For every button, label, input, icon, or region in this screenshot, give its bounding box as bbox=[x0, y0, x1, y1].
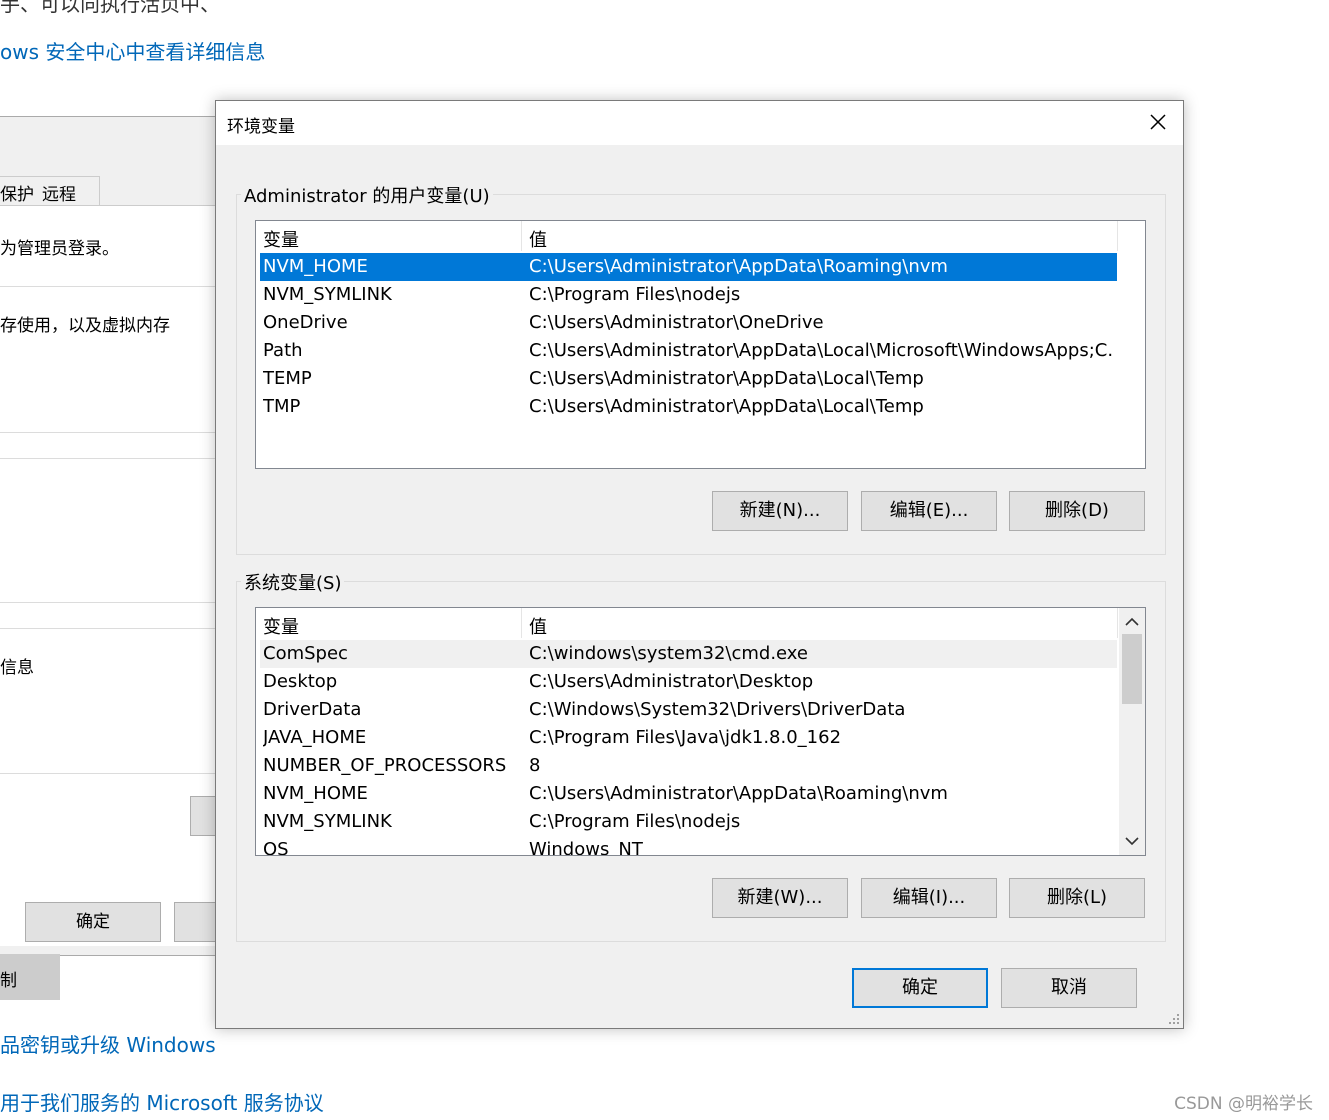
system-list-scrollbar[interactable] bbox=[1119, 608, 1145, 855]
scroll-up-icon[interactable] bbox=[1124, 614, 1140, 630]
table-row[interactable]: DriverData C:\Windows\System32\Drivers\Dr… bbox=[260, 696, 1117, 724]
service-agreement-link[interactable]: 用于我们服务的 Microsoft 服务协议 bbox=[0, 1087, 324, 1116]
variable-value-cell: 8 bbox=[529, 755, 541, 776]
divider bbox=[0, 286, 216, 287]
background-top-text: 手、可以向执行活页中、 bbox=[0, 0, 220, 16]
variable-value-cell: C:\Users\Administrator\AppData\Local\Tem… bbox=[529, 368, 924, 389]
variable-name-cell: NVM_SYMLINK bbox=[263, 811, 392, 832]
divider bbox=[0, 458, 216, 459]
variable-value-cell: C:\windows\system32\cmd.exe bbox=[529, 643, 808, 664]
divider bbox=[0, 602, 216, 603]
divider bbox=[0, 773, 216, 774]
variable-value-cell: C:\Users\Administrator\OneDrive bbox=[529, 312, 824, 333]
column-divider[interactable] bbox=[521, 221, 522, 251]
table-row[interactable]: JAVA_HOME C:\Program Files\Java\jdk1.8.0_… bbox=[260, 724, 1117, 752]
list-header: 变量 值 bbox=[256, 221, 1145, 251]
variable-value-cell: C:\Windows\System32\Drivers\DriverData bbox=[529, 699, 906, 720]
column-value[interactable]: 值 bbox=[529, 613, 547, 639]
sysprop-panel: 为管理员登录。 存使用，以及虚拟内存 信息 bbox=[0, 205, 230, 946]
info-text: 信息 bbox=[0, 658, 34, 678]
table-row[interactable]: OS Windows_NT bbox=[260, 836, 1117, 856]
variable-value-cell: C:\Users\Administrator\AppData\Roaming\n… bbox=[529, 256, 948, 277]
table-row[interactable]: NVM_HOME C:\Users\Administrator\AppData\R… bbox=[260, 780, 1117, 808]
admin-text: 为管理员登录。 bbox=[0, 239, 119, 259]
resize-grip-icon[interactable] bbox=[1168, 1013, 1180, 1025]
memory-text: 存使用，以及虚拟内存 bbox=[0, 316, 170, 336]
system-variables-list[interactable]: 变量 值 ComSpec C:\windows\system32\cmd.exe D… bbox=[255, 607, 1146, 856]
variable-value-cell: C:\Users\Administrator\Desktop bbox=[529, 671, 814, 692]
system-delete-button[interactable]: 删除(L) bbox=[1009, 878, 1145, 918]
system-variables-label: 系统变量(S) bbox=[241, 569, 345, 595]
variable-value-cell: C:\Program Files\nodejs bbox=[529, 284, 741, 305]
variable-name-cell: NVM_SYMLINK bbox=[263, 284, 392, 305]
column-variable[interactable]: 变量 bbox=[263, 613, 299, 639]
title-bar[interactable]: 环境变量 bbox=[216, 101, 1183, 145]
user-variables-label: Administrator 的用户变量(U) bbox=[241, 182, 493, 208]
divider bbox=[0, 628, 216, 629]
variable-name-cell: ComSpec bbox=[263, 643, 348, 664]
security-center-link[interactable]: ows 安全中心中查看详细信息 bbox=[0, 36, 265, 65]
variable-name-cell: NVM_HOME bbox=[263, 783, 368, 804]
column-divider[interactable] bbox=[1117, 221, 1118, 251]
table-row[interactable]: NVM_SYMLINK C:\Program Files\nodejs bbox=[260, 281, 1117, 309]
variable-name-cell: OS bbox=[263, 839, 289, 856]
user-new-button[interactable]: 新建(N)... bbox=[712, 491, 848, 531]
watermark: CSDN @明裕学长 bbox=[1174, 1094, 1313, 1114]
background-gray-strip: 制 bbox=[0, 954, 60, 1000]
user-delete-button[interactable]: 删除(D) bbox=[1009, 491, 1145, 531]
variable-name-cell: NVM_HOME bbox=[263, 256, 368, 277]
variable-value-cell: C:\Program Files\nodejs bbox=[529, 811, 741, 832]
system-edit-button[interactable]: 编辑(I)... bbox=[861, 878, 997, 918]
product-key-link[interactable]: 品密钥或升级 Windows bbox=[0, 1029, 216, 1058]
variable-name-cell: TEMP bbox=[263, 368, 312, 389]
variable-name-cell: Path bbox=[263, 340, 303, 361]
variable-value-cell: C:\Users\Administrator\AppData\Roaming\n… bbox=[529, 783, 948, 804]
cancel-button[interactable]: 取消 bbox=[1001, 968, 1137, 1008]
table-row[interactable]: Desktop C:\Users\Administrator\Desktop bbox=[260, 668, 1117, 696]
table-row[interactable]: NVM_HOME C:\Users\Administrator\AppData\R… bbox=[260, 253, 1117, 281]
table-row[interactable]: NUMBER_OF_PROCESSORS 8 bbox=[260, 752, 1117, 780]
column-divider[interactable] bbox=[1117, 608, 1118, 638]
column-value[interactable]: 值 bbox=[529, 226, 547, 252]
table-row[interactable]: Path C:\Users\Administrator\AppData\Local… bbox=[260, 337, 1117, 365]
variable-value-cell: C:\Users\Administrator\AppData\Local\Tem… bbox=[529, 396, 924, 417]
variable-name-cell: DriverData bbox=[263, 699, 362, 720]
tab-protection[interactable]: 保护 bbox=[0, 180, 34, 205]
scroll-thumb[interactable] bbox=[1122, 634, 1142, 704]
system-properties-dialog: 保护 远程 为管理员登录。 存使用，以及虚拟内存 信息 确定 bbox=[0, 116, 234, 956]
dialog-title: 环境变量 bbox=[227, 117, 295, 137]
list-header: 变量 值 bbox=[256, 608, 1145, 638]
variable-value-cell: Windows_NT bbox=[529, 839, 643, 856]
table-row[interactable]: TEMP C:\Users\Administrator\AppData\Local… bbox=[260, 365, 1117, 393]
table-row[interactable]: NVM_SYMLINK C:\Program Files\nodejs bbox=[260, 808, 1117, 836]
table-row[interactable]: TMP C:\Users\Administrator\AppData\Local\… bbox=[260, 393, 1117, 421]
column-divider[interactable] bbox=[521, 608, 522, 638]
variable-name-cell: TMP bbox=[263, 396, 301, 417]
sysprop-ok-button[interactable]: 确定 bbox=[25, 902, 161, 942]
ok-button[interactable]: 确定 bbox=[852, 968, 988, 1008]
table-row[interactable]: ComSpec C:\windows\system32\cmd.exe bbox=[260, 640, 1117, 668]
variable-value-cell: C:\Program Files\Java\jdk1.8.0_162 bbox=[529, 727, 842, 748]
strip-text: 制 bbox=[0, 971, 17, 991]
scroll-down-icon[interactable] bbox=[1124, 833, 1140, 849]
variable-name-cell: Desktop bbox=[263, 671, 338, 692]
variable-name-cell: JAVA_HOME bbox=[263, 727, 367, 748]
tab-remote[interactable]: 远程 bbox=[42, 180, 76, 205]
column-variable[interactable]: 变量 bbox=[263, 226, 299, 252]
environment-variables-dialog: 环境变量 Administrator 的用户变量(U) 变量 值 NVM_HOM… bbox=[215, 100, 1184, 1029]
variable-value-cell: C:\Users\Administrator\AppData\Local\Mic… bbox=[529, 340, 1114, 361]
user-edit-button[interactable]: 编辑(E)... bbox=[861, 491, 997, 531]
table-row[interactable]: OneDrive C:\Users\Administrator\OneDrive bbox=[260, 309, 1117, 337]
close-icon[interactable] bbox=[1145, 109, 1171, 135]
user-variables-list[interactable]: 变量 值 NVM_HOME C:\Users\Administrator\AppD… bbox=[255, 220, 1146, 469]
divider bbox=[0, 432, 216, 433]
system-new-button[interactable]: 新建(W)... bbox=[712, 878, 848, 918]
variable-name-cell: NUMBER_OF_PROCESSORS bbox=[263, 755, 507, 776]
variable-name-cell: OneDrive bbox=[263, 312, 348, 333]
